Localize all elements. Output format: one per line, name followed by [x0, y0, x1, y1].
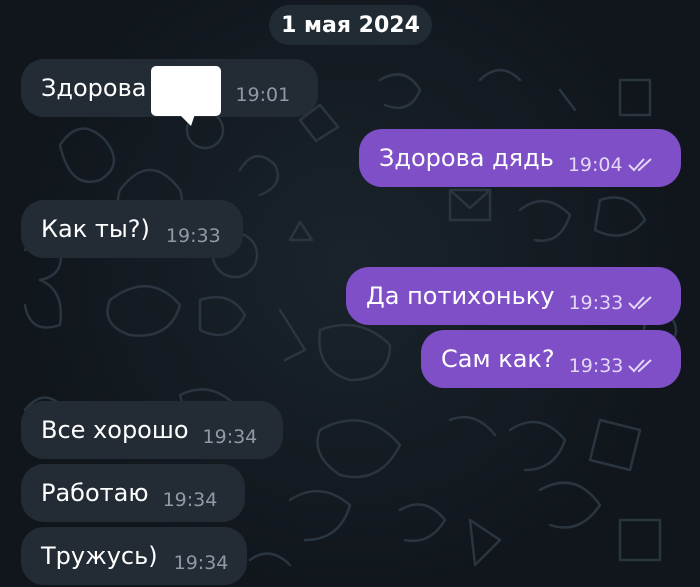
double-check-icon — [627, 158, 652, 172]
double-check-icon — [628, 359, 653, 373]
message-text: Здорова — [41, 74, 147, 102]
message-incoming[interactable]: Работаю 19:34 — [21, 464, 245, 522]
message-text: Все хорошо — [41, 416, 189, 444]
double-check-icon — [628, 296, 652, 310]
date-divider: 1 мая 2024 — [269, 5, 432, 45]
message-time: 19:33 — [165, 225, 221, 247]
message-text: Да потихоньку — [366, 282, 555, 310]
message-text: Сам как? — [441, 345, 555, 373]
message-time: 19:33 — [568, 292, 624, 314]
redacted-sticker — [151, 66, 222, 126]
message-text: Здорова дядь — [379, 144, 554, 172]
message-incoming[interactable]: Здорова 19:01 — [21, 59, 318, 126]
message-time: 19:34 — [202, 426, 258, 448]
message-outgoing[interactable]: Здорова дядь 19:04 — [359, 129, 681, 187]
message-outgoing[interactable]: Да потихоньку 19:33 — [346, 267, 681, 325]
message-text: Как ты?) — [41, 215, 150, 243]
message-incoming[interactable]: Все хорошо 19:34 — [21, 401, 283, 459]
message-time: 19:34 — [162, 489, 218, 511]
message-time: 19:04 — [567, 154, 623, 176]
chat-area[interactable]: 1 мая 2024 Здорова 19:01 Здорова дядь 19… — [0, 0, 700, 587]
message-time: 19:33 — [568, 355, 624, 377]
message-incoming[interactable]: Тружусь) 19:34 — [21, 527, 247, 585]
message-text: Работаю — [41, 479, 149, 507]
message-time: 19:01 — [235, 84, 291, 106]
message-incoming[interactable]: Как ты?) 19:33 — [21, 200, 243, 258]
message-outgoing[interactable]: Сам как? 19:33 — [421, 330, 681, 388]
message-text: Тружусь) — [41, 542, 158, 570]
message-time: 19:34 — [173, 552, 229, 574]
date-divider-label: 1 мая 2024 — [281, 12, 420, 38]
